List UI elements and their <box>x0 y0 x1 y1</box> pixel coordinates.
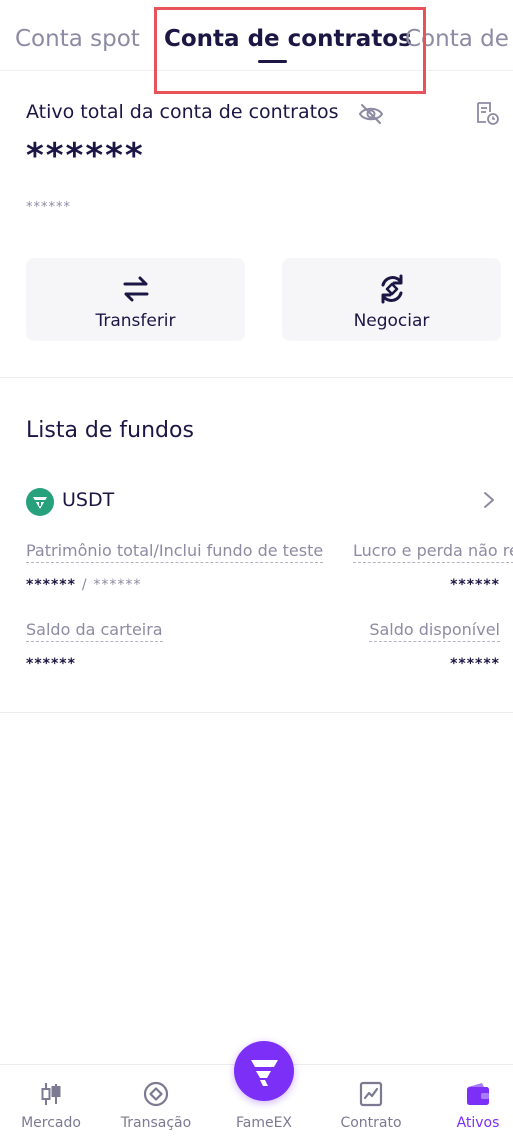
transfer-label: Transferir <box>95 311 176 331</box>
fund-list-title: Lista de fundos <box>26 418 194 443</box>
total-equity-value: ****** / ****** <box>26 577 141 593</box>
contract-chart-icon <box>359 1081 383 1107</box>
nav-assets[interactable]: Ativos <box>427 1065 513 1141</box>
candlestick-icon <box>41 1083 61 1105</box>
total-equity-amount: ****** <box>26 577 76 593</box>
total-equity-label: Patrimônio total/Inclui fundo de teste <box>26 541 324 563</box>
tab-spot-account[interactable]: Conta spot <box>15 26 140 52</box>
fameex-logo-button[interactable] <box>234 1041 294 1101</box>
nav-brand-label: FameEX <box>235 1115 293 1131</box>
unrealized-pnl-value: ****** <box>450 577 500 593</box>
total-asset-label: Ativo total da conta de contratos <box>26 101 339 123</box>
list-divider <box>0 712 513 713</box>
fameex-logo-icon <box>251 1060 278 1086</box>
trade-button[interactable]: Negociar <box>282 258 501 341</box>
available-balance-value: ****** <box>450 656 500 672</box>
nav-contract[interactable]: Contrato <box>320 1065 422 1141</box>
usdt-coin-icon <box>26 488 54 516</box>
total-asset-value: ****** <box>26 136 145 176</box>
available-balance-label: Saldo disponível <box>369 620 500 642</box>
wallet-balance-value: ****** <box>26 656 76 672</box>
equity-separator: / <box>81 577 88 593</box>
coin-name[interactable]: USDT <box>62 489 114 511</box>
tab-contract-account[interactable]: Conta de contratos <box>164 26 412 52</box>
tab-other-account[interactable]: Conta de <box>405 26 509 52</box>
nav-trade-label: Transação <box>120 1115 192 1131</box>
transfer-button[interactable]: Transferir <box>26 258 245 341</box>
eye-hidden-icon[interactable] <box>358 103 384 125</box>
nav-assets-label: Ativos <box>456 1115 500 1131</box>
account-tabs: Conta spot Conta de contratos Conta de <box>0 0 513 71</box>
nav-contract-label: Contrato <box>340 1115 402 1131</box>
trade-cycle-icon <box>381 274 402 304</box>
trade-label: Negociar <box>353 311 430 331</box>
test-fund-amount: ****** <box>93 577 142 593</box>
wallet-icon <box>467 1083 489 1105</box>
transfer-arrows-icon <box>123 276 148 302</box>
active-tab-indicator <box>258 60 287 63</box>
history-record-icon[interactable] <box>474 100 500 126</box>
unrealized-pnl-label: Lucro e perda não re <box>353 541 513 563</box>
total-asset-converted-value: ****** <box>26 200 71 215</box>
chevron-right-icon[interactable] <box>482 490 496 510</box>
nav-market-label: Mercado <box>21 1115 81 1131</box>
trade-circle-icon <box>143 1081 169 1107</box>
section-divider <box>0 377 513 378</box>
wallet-balance-label: Saldo da carteira <box>26 620 163 642</box>
nav-market[interactable]: Mercado <box>0 1065 102 1141</box>
nav-trade[interactable]: Transação <box>105 1065 207 1141</box>
